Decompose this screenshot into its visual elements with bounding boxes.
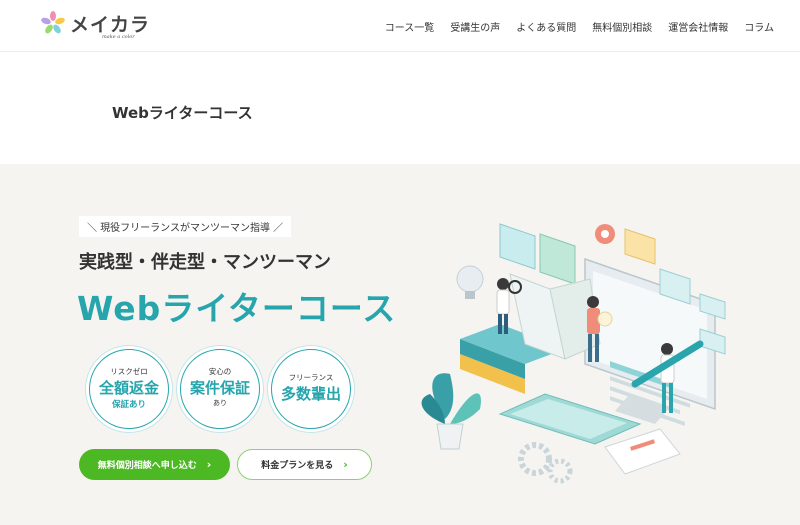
nav-courses[interactable]: コース一覧 — [377, 19, 443, 34]
button-label: 無料個別相談へ申し込む — [97, 461, 197, 471]
pricing-plan-button[interactable]: 料金プランを見る › — [237, 449, 372, 480]
badge-many-freelancers: フリーランス 多数輩出 — [271, 349, 351, 429]
hero-illustration — [421, 223, 726, 484]
nav-faq[interactable]: よくある質問 — [508, 19, 584, 34]
site-logo[interactable]: メイカラ make a color — [40, 8, 150, 44]
hero-subhead: 実践型・伴走型・マンツーマン — [79, 252, 331, 273]
hero-title: Webライターコース — [77, 289, 397, 328]
badge-small-text: リスクゼロ — [110, 367, 148, 376]
free-consultation-button[interactable]: 無料個別相談へ申し込む › — [79, 449, 230, 480]
badge-tail-text: 保証あり — [111, 400, 146, 410]
hero-section: ＼ 現役フリーランスがマンツーマン指導 ／ 実践型・伴走型・マンツーマン Web… — [0, 164, 800, 525]
nav-company-info[interactable]: 運営会社情報 — [660, 19, 736, 34]
page-title-band: Webライターコース — [0, 52, 800, 164]
badge-main-text: 全額返金 — [98, 379, 159, 397]
chevron-right-icon: › — [343, 458, 348, 471]
badge-small-text: フリーランス — [288, 373, 334, 382]
flower-logo-icon — [41, 11, 65, 34]
page-title: Webライターコース — [112, 104, 253, 122]
logo-text: メイカラ — [70, 14, 151, 36]
badge-full-refund: リスクゼロ 全額返金 保証あり — [89, 349, 169, 429]
hero-tagline: ＼ 現役フリーランスがマンツーマン指導 ／ — [79, 216, 292, 237]
site-header: メイカラ make a color コース一覧 受講生の声 よくある質問 無料個… — [0, 0, 800, 52]
nav-free-consultation[interactable]: 無料個別相談 — [584, 19, 660, 34]
main-nav: コース一覧 受講生の声 よくある質問 無料個別相談 運営会社情報 コラム — [377, 19, 782, 34]
badge-main-text: 多数輩出 — [280, 385, 341, 403]
chevron-right-icon: › — [206, 458, 212, 471]
badge-small-text: 安心の — [208, 367, 232, 376]
badge-tail-text: あり — [213, 399, 227, 407]
nav-column[interactable]: コラム — [736, 19, 782, 34]
nav-student-voices[interactable]: 受講生の声 — [442, 19, 508, 34]
badge-main-text: 案件保証 — [189, 379, 250, 397]
button-label: 料金プランを見る — [261, 461, 334, 471]
badge-job-guarantee: 安心の 案件保証 あり — [180, 349, 260, 429]
logo-subtext: make a color — [102, 34, 135, 40]
